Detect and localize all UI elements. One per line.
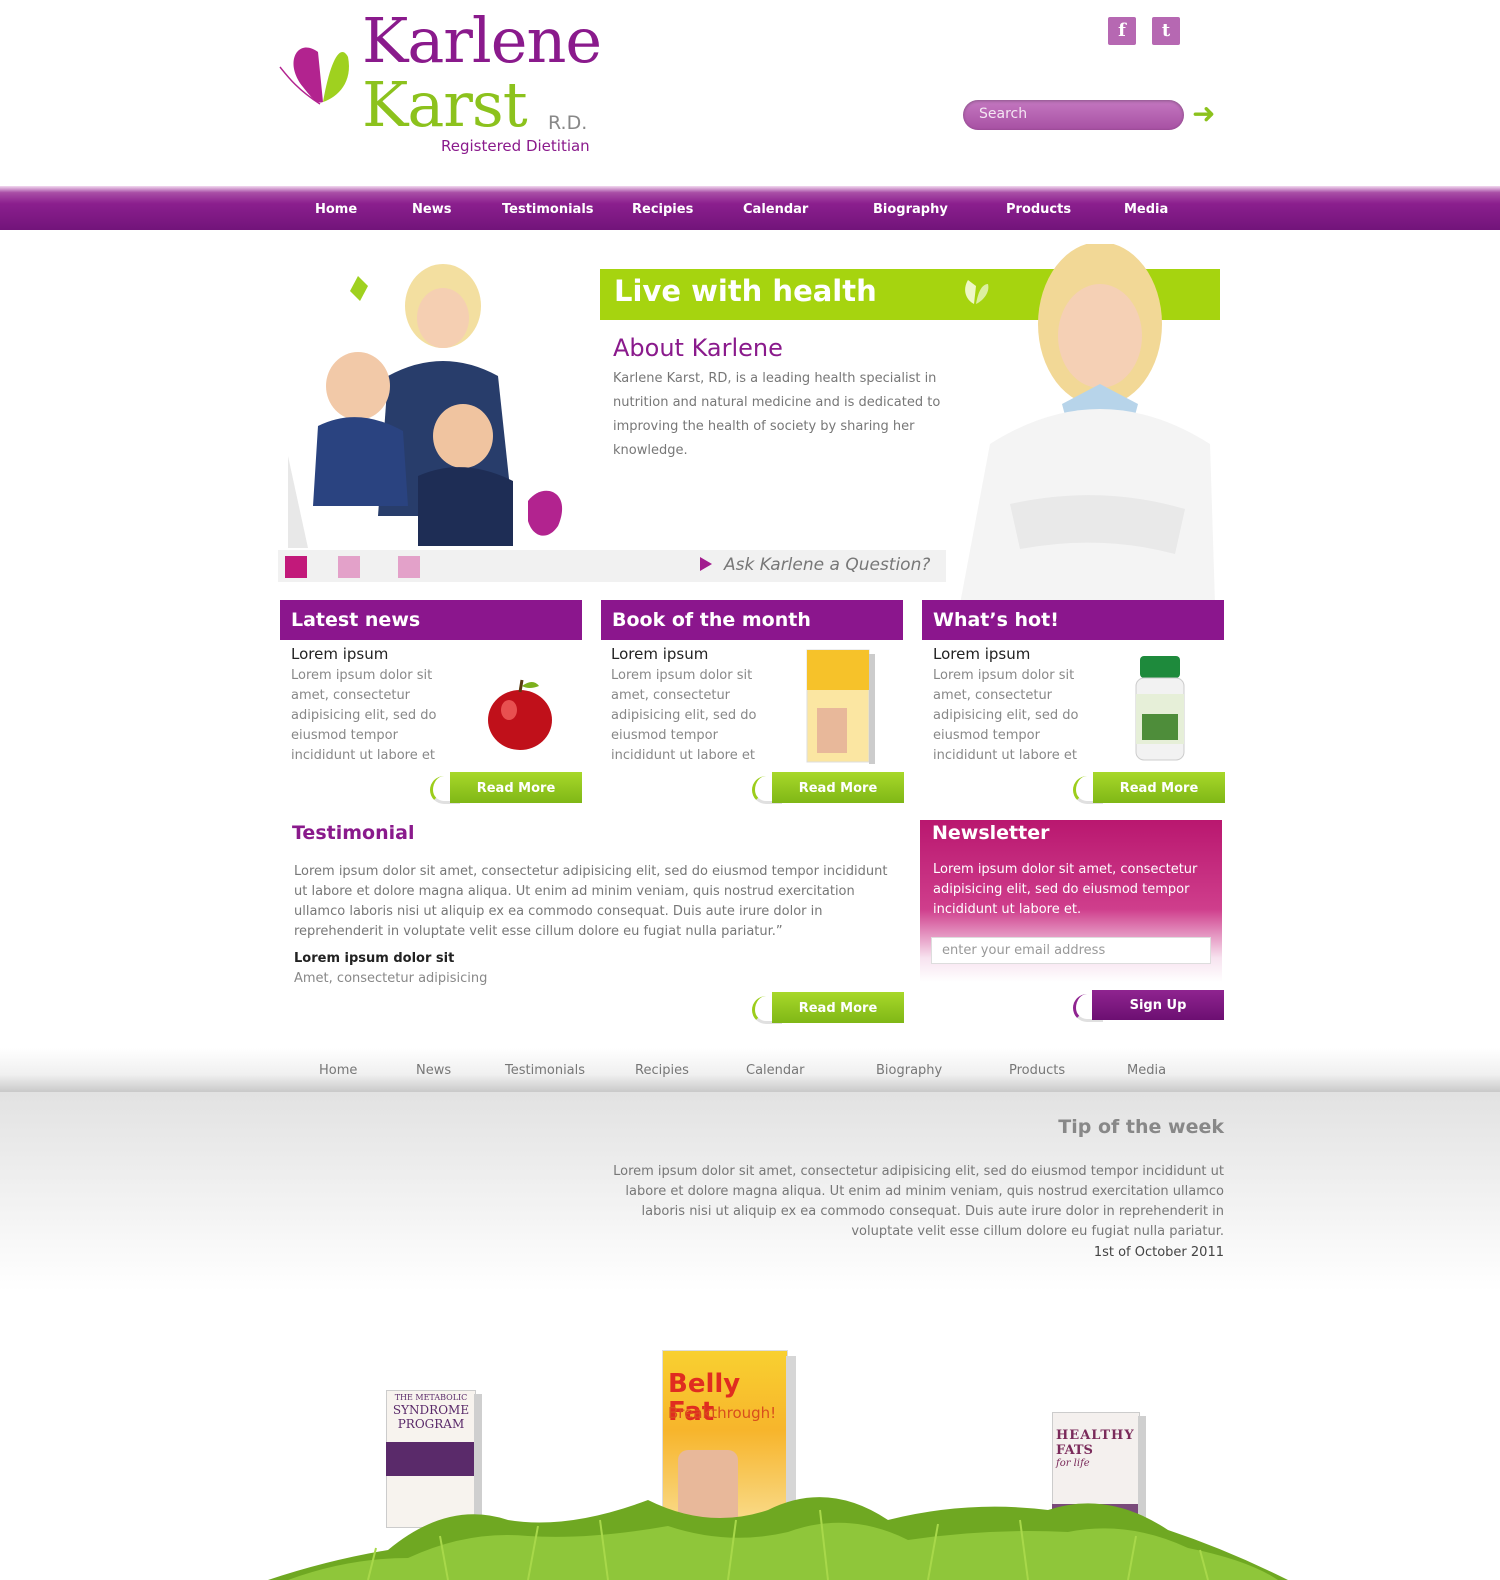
newsletter-text: Lorem ipsum dolor sit amet, consectetur … [933, 862, 1198, 917]
footer-nav-home[interactable]: Home [319, 1048, 357, 1092]
grass-decoration [268, 1497, 1288, 1580]
nav-item-media[interactable]: Media [1124, 186, 1168, 230]
book-of-month-text: Lorem ipsum dolor sit amet, consectetur … [611, 668, 757, 763]
footer-nav-calendar[interactable]: Calendar [746, 1048, 804, 1092]
whats-hot-title: Lorem ipsum [933, 645, 1031, 663]
testimonial-author-role: Amet, consectetur adipisicing [294, 971, 488, 986]
slider-dot-2[interactable] [338, 556, 360, 578]
footer-nav-testimonials[interactable]: Testimonials [505, 1048, 585, 1092]
hero-title: Live with health [614, 274, 877, 308]
logo-credential: R.D. [548, 112, 588, 134]
nav-item-home[interactable]: Home [315, 186, 357, 230]
tip-date: 1st of October 2011 [1093, 1245, 1224, 1260]
logo-subtitle: Registered Dietitian [441, 137, 590, 155]
supplement-bottle-image [1135, 656, 1185, 761]
testimonial-title: Testimonial [292, 822, 415, 844]
whats-hot-text: Lorem ipsum dolor sit amet, consectetur … [933, 668, 1079, 763]
footer-nav-recipies[interactable]: Recipies [635, 1048, 689, 1092]
book-title-line: Breakthrough! [668, 1404, 777, 1422]
family-photo [288, 264, 563, 548]
book-of-month-title: Lorem ipsum [611, 645, 709, 663]
arrow-right-icon[interactable]: ➜ [1192, 99, 1215, 129]
latest-news-text: Lorem ipsum dolor sit amet, consectetur … [291, 668, 437, 763]
sign-up-button[interactable]: Sign Up [1092, 990, 1224, 1020]
nav-item-products[interactable]: Products [1006, 186, 1071, 230]
book-title-line: SYNDROME [392, 1403, 470, 1417]
latest-news-title: Lorem ipsum [291, 645, 389, 663]
search-input[interactable] [963, 100, 1185, 128]
book-image [806, 649, 875, 764]
nav-item-testimonials[interactable]: Testimonials [502, 186, 594, 230]
book-title-line: THE METABOLIC [394, 1393, 468, 1402]
tip-title: Tip of the week [1058, 1116, 1224, 1138]
whats-hot-read-more-button[interactable]: Read More [1093, 772, 1225, 803]
tip-text: Lorem ipsum dolor sit amet, consectetur … [613, 1164, 1224, 1239]
play-arrow-icon [700, 557, 712, 571]
newsletter-email-field[interactable] [931, 937, 1211, 964]
testimonial-text: Lorem ipsum dolor sit amet, consectetur … [294, 864, 888, 939]
logo-name-line1: Karlene [362, 4, 602, 77]
search-box [963, 100, 1185, 130]
footer-nav-products[interactable]: Products [1009, 1048, 1065, 1092]
nav-item-news[interactable]: News [412, 186, 451, 230]
nav-item-biography[interactable]: Biography [873, 186, 948, 230]
ask-question-link[interactable]: Ask Karlene a Question? [724, 551, 930, 579]
latest-news-heading: Latest news [280, 600, 582, 640]
footer-nav-media[interactable]: Media [1127, 1048, 1166, 1092]
doctor-photo [960, 244, 1215, 604]
apple-image [488, 679, 552, 750]
nav-item-calendar[interactable]: Calendar [743, 186, 808, 230]
facebook-icon[interactable]: f [1108, 17, 1136, 45]
slider-dot-3[interactable] [398, 556, 420, 578]
newsletter-title: Newsletter [932, 822, 1050, 844]
butterfly-logo-icon [279, 47, 349, 105]
whats-hot-heading: What’s hot! [922, 600, 1224, 640]
book-title-line: PROGRAM [397, 1417, 465, 1431]
testimonial-author: Lorem ipsum dolor sit [294, 951, 455, 966]
slider-dot-1[interactable] [285, 556, 307, 578]
footer-nav-news[interactable]: News [416, 1048, 451, 1092]
twitter-icon[interactable]: t [1152, 17, 1180, 45]
book-of-month-read-more-button[interactable]: Read More [772, 772, 904, 803]
nav-item-recipies[interactable]: Recipies [632, 186, 693, 230]
testimonial-read-more-button[interactable]: Read More [772, 992, 904, 1023]
about-title: About Karlene [613, 334, 783, 362]
logo-name-line2: Karst [362, 68, 528, 141]
book-of-month-heading: Book of the month [601, 600, 903, 640]
latest-news-read-more-button[interactable]: Read More [450, 772, 582, 803]
footer-nav-biography[interactable]: Biography [876, 1048, 942, 1092]
about-text: Karlene Karst, RD, is a leading health s… [613, 371, 941, 458]
